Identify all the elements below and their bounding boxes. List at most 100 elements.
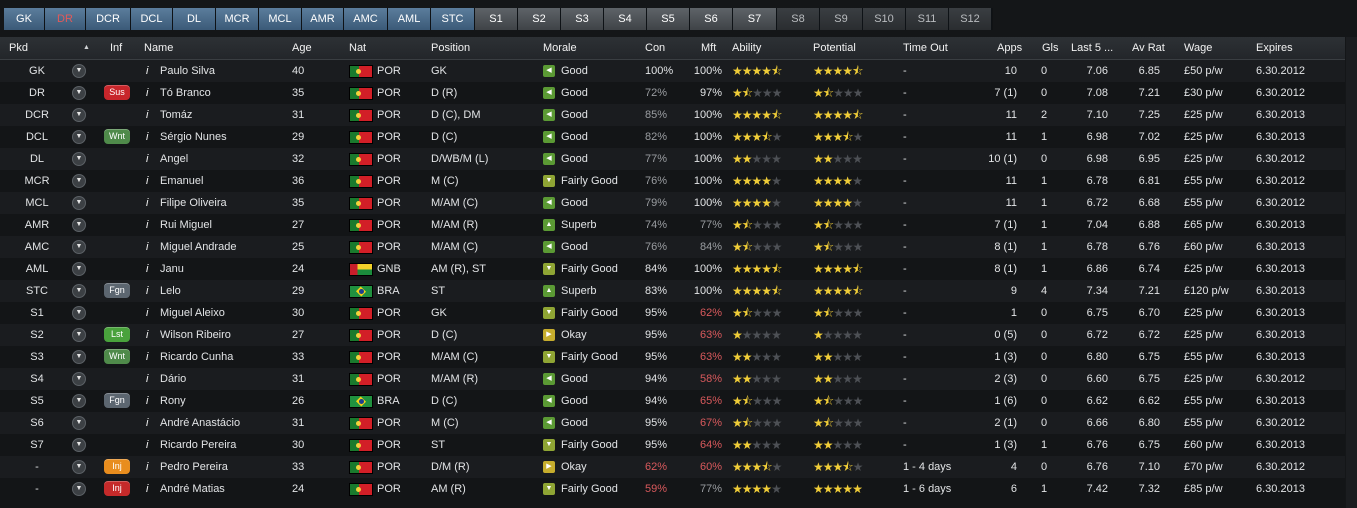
- header-nat[interactable]: Nat: [349, 37, 366, 59]
- chevron-down-icon[interactable]: ▼: [72, 482, 86, 496]
- tab-dcl[interactable]: DCL: [131, 8, 173, 30]
- selection-dropdown[interactable]: ▼: [72, 148, 88, 170]
- table-row[interactable]: - ▼ Inj i André Matias 24 POR AM (R) ▼ Fairly Goo…: [0, 478, 1345, 500]
- table-row[interactable]: S7 ▼ i Ricardo Pereira 30 POR ST ▼ Fairly Good 95…: [0, 434, 1345, 456]
- table-row[interactable]: STC ▼ Fgn i Lelo 29 BRA ST ▲ Superb 83% 100% ★★★★⯪ ★★…: [0, 280, 1345, 302]
- tab-s11[interactable]: S11: [906, 8, 949, 30]
- table-row[interactable]: AML ▼ i Janu 24 GNB AM (R), ST ▼ Fairly Good 84% 1…: [0, 258, 1345, 280]
- tab-mcl[interactable]: MCL: [259, 8, 302, 30]
- info-icon[interactable]: i: [146, 280, 156, 302]
- info-icon[interactable]: i: [146, 258, 156, 280]
- header-apps[interactable]: Apps: [997, 37, 1022, 59]
- chevron-down-icon[interactable]: ▼: [72, 416, 86, 430]
- selection-dropdown[interactable]: ▼: [72, 192, 88, 214]
- status-badge[interactable]: Lst: [104, 327, 130, 342]
- selection-dropdown[interactable]: ▼: [72, 126, 88, 148]
- chevron-down-icon[interactable]: ▼: [72, 196, 86, 210]
- player-name[interactable]: Rui Miguel: [160, 214, 288, 236]
- player-name[interactable]: Emanuel: [160, 170, 288, 192]
- header-expires[interactable]: Expires: [1256, 37, 1293, 59]
- header-avrat[interactable]: Av Rat: [1132, 37, 1165, 59]
- selection-dropdown[interactable]: ▼: [72, 302, 88, 324]
- tab-s3[interactable]: S3: [561, 8, 604, 30]
- chevron-down-icon[interactable]: ▼: [72, 306, 86, 320]
- tab-mcr[interactable]: MCR: [216, 8, 259, 30]
- tab-amr[interactable]: AMR: [302, 8, 344, 30]
- status-badge[interactable]: Inj: [104, 459, 130, 474]
- tab-aml[interactable]: AML: [388, 8, 431, 30]
- selection-dropdown[interactable]: ▼: [72, 456, 88, 478]
- chevron-down-icon[interactable]: ▼: [72, 328, 86, 342]
- tab-s7[interactable]: S7: [733, 8, 777, 30]
- info-icon[interactable]: i: [146, 302, 156, 324]
- chevron-down-icon[interactable]: ▼: [72, 372, 86, 386]
- table-row[interactable]: S3 ▼ Wnt i Ricardo Cunha 33 POR M/AM (C) ▼ Fairly…: [0, 346, 1345, 368]
- chevron-down-icon[interactable]: ▼: [72, 240, 86, 254]
- selection-dropdown[interactable]: ▼: [72, 236, 88, 258]
- info-icon[interactable]: i: [146, 390, 156, 412]
- header-timeout[interactable]: Time Out: [903, 37, 948, 59]
- player-name[interactable]: Janu: [160, 258, 288, 280]
- table-row[interactable]: - ▼ Inj i Pedro Pereira 33 POR D/M (R) ▶ Okay 62% 6…: [0, 456, 1345, 478]
- tab-s2[interactable]: S2: [518, 8, 561, 30]
- status-badge[interactable]: Inj: [104, 481, 130, 496]
- info-icon[interactable]: i: [146, 126, 156, 148]
- selection-dropdown[interactable]: ▼: [72, 170, 88, 192]
- status-badge[interactable]: Fgn: [104, 283, 130, 298]
- header-mft[interactable]: Mft: [701, 37, 716, 59]
- tab-stc[interactable]: STC: [431, 8, 475, 30]
- player-name[interactable]: Paulo Silva: [160, 60, 288, 82]
- tab-s5[interactable]: S5: [647, 8, 690, 30]
- player-name[interactable]: Tomáz: [160, 104, 288, 126]
- header-name[interactable]: Name: [144, 37, 173, 59]
- info-icon[interactable]: i: [146, 60, 156, 82]
- player-name[interactable]: Ricardo Cunha: [160, 346, 288, 368]
- player-name[interactable]: Miguel Andrade: [160, 236, 288, 258]
- tab-s10[interactable]: S10: [863, 8, 906, 30]
- header-gls[interactable]: Gls: [1042, 37, 1059, 59]
- tab-amc[interactable]: AMC: [344, 8, 388, 30]
- player-name[interactable]: André Matias: [160, 478, 288, 500]
- header-wage[interactable]: Wage: [1184, 37, 1212, 59]
- header-last5[interactable]: Last 5 ...: [1071, 37, 1113, 59]
- tab-gk[interactable]: GK: [4, 8, 45, 30]
- player-name[interactable]: Angel: [160, 148, 288, 170]
- header-potential[interactable]: Potential: [813, 37, 856, 59]
- chevron-down-icon[interactable]: ▼: [72, 350, 86, 364]
- table-row[interactable]: MCR ▼ i Emanuel 36 POR M (C) ▼ Fairly Good 76% 100…: [0, 170, 1345, 192]
- selection-dropdown[interactable]: ▼: [72, 280, 88, 302]
- status-badge[interactable]: Sus: [104, 85, 130, 100]
- table-row[interactable]: S2 ▼ Lst i Wilson Ribeiro 27 POR D (C) ▶ Okay 95% 6…: [0, 324, 1345, 346]
- info-icon[interactable]: i: [146, 104, 156, 126]
- player-name[interactable]: Miguel Aleixo: [160, 302, 288, 324]
- info-icon[interactable]: i: [146, 478, 156, 500]
- table-row[interactable]: AMC ▼ i Miguel Andrade 25 POR M/AM (C) ◀ Good 76%…: [0, 236, 1345, 258]
- chevron-down-icon[interactable]: ▼: [72, 86, 86, 100]
- header-position[interactable]: Position: [431, 37, 470, 59]
- tab-dr[interactable]: DR: [45, 8, 86, 30]
- selection-dropdown[interactable]: ▼: [72, 368, 88, 390]
- info-icon[interactable]: i: [146, 346, 156, 368]
- tab-s12[interactable]: S12: [949, 8, 992, 30]
- player-name[interactable]: Ricardo Pereira: [160, 434, 288, 456]
- chevron-down-icon[interactable]: ▼: [72, 394, 86, 408]
- tab-s8[interactable]: S8: [777, 8, 820, 30]
- tab-s1[interactable]: S1: [475, 8, 518, 30]
- selection-dropdown[interactable]: ▼: [72, 390, 88, 412]
- header-age[interactable]: Age: [292, 37, 312, 59]
- selection-dropdown[interactable]: ▼: [72, 60, 88, 82]
- selection-dropdown[interactable]: ▼: [72, 478, 88, 500]
- tab-s6[interactable]: S6: [690, 8, 733, 30]
- selection-dropdown[interactable]: ▼: [72, 104, 88, 126]
- table-row[interactable]: S5 ▼ Fgn i Rony 26 BRA D (C) ◀ Good 94% 65% ★⯪★★★ ★⯪★…: [0, 390, 1345, 412]
- player-name[interactable]: Wilson Ribeiro: [160, 324, 288, 346]
- selection-dropdown[interactable]: ▼: [72, 412, 88, 434]
- table-row[interactable]: S6 ▼ i André Anastácio 31 POR M (C) ◀ Good 95% 67%…: [0, 412, 1345, 434]
- status-badge[interactable]: Wnt: [104, 129, 130, 144]
- chevron-down-icon[interactable]: ▼: [72, 218, 86, 232]
- chevron-down-icon[interactable]: ▼: [72, 64, 86, 78]
- player-name[interactable]: Tó Branco: [160, 82, 288, 104]
- info-icon[interactable]: i: [146, 170, 156, 192]
- selection-dropdown[interactable]: ▼: [72, 434, 88, 456]
- player-name[interactable]: Sérgio Nunes: [160, 126, 288, 148]
